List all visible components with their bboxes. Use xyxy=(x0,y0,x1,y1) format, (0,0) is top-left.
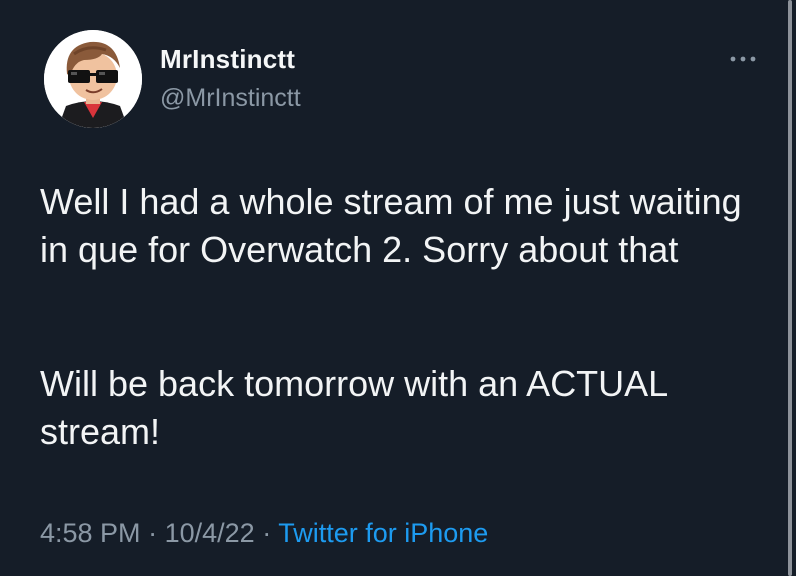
avatar[interactable] xyxy=(44,30,142,128)
avatar-icon xyxy=(44,30,142,128)
meta-separator: · xyxy=(262,518,272,548)
tweet-card: MrInstinctt @MrInstinctt Well I had a wh… xyxy=(0,0,796,576)
tweet-time[interactable]: 4:58 PM xyxy=(40,518,141,548)
tweet-date[interactable]: 10/4/22 xyxy=(165,518,255,548)
more-options-icon xyxy=(730,56,756,62)
meta-separator: · xyxy=(148,518,158,548)
tweet-text-paragraph-2: Will be back tomorrow with an ACTUAL str… xyxy=(40,363,667,452)
display-name[interactable]: MrInstinctt xyxy=(160,44,295,75)
more-options-button[interactable] xyxy=(726,44,760,74)
tweet-text-paragraph-1: Well I had a whole stream of me just wai… xyxy=(40,181,742,270)
user-handle[interactable]: @MrInstinctt xyxy=(160,84,301,113)
tweet-metadata: 4:58 PM · 10/4/22 · Twitter for iPhone xyxy=(40,518,488,549)
scrollbar[interactable] xyxy=(788,0,792,576)
tweet-source-link[interactable]: Twitter for iPhone xyxy=(278,518,488,548)
